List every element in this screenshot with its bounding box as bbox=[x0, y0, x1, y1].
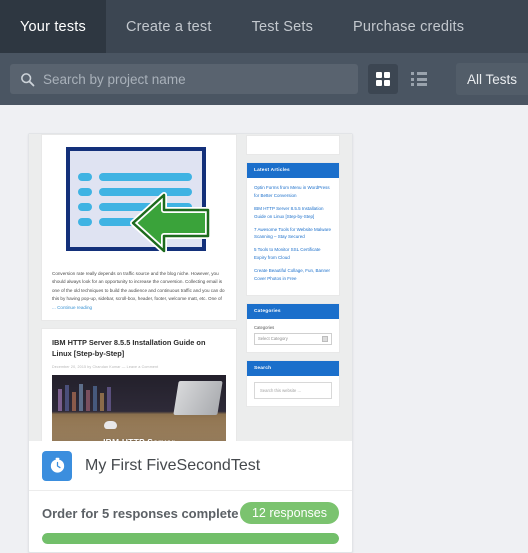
nav-tab-test-sets[interactable]: Test Sets bbox=[232, 0, 333, 53]
photo-caption: IBM HTTP Server bbox=[52, 437, 226, 441]
top-navigation-bar: Your tests Create a test Test Sets Purch… bbox=[0, 0, 528, 53]
hero-illustration bbox=[42, 135, 236, 263]
nav-tab-label: Your tests bbox=[20, 18, 86, 35]
bookshelf-graphic bbox=[58, 383, 111, 411]
thumbnail-second-post: IBM HTTP Server 8.5.5 Installation Guide… bbox=[41, 328, 237, 441]
all-tests-filter-button[interactable]: All Tests bbox=[455, 63, 528, 95]
grid-view-button[interactable] bbox=[368, 64, 398, 94]
thumbnail-hero-post: Conversion rate really depends on traffi… bbox=[41, 134, 237, 322]
categories-select[interactable]: Select Category bbox=[254, 332, 332, 345]
categories-select-value: Select Category bbox=[258, 336, 288, 342]
grid-view-icon bbox=[376, 72, 390, 86]
widget-link[interactable]: 7 Awesome Tools for Website Malware Scan… bbox=[254, 226, 332, 242]
widget-link[interactable]: IBM HTTP Server 8.5.5 Installation Guide… bbox=[254, 205, 332, 221]
sidebar-top-panel bbox=[246, 135, 340, 155]
thumbnail-main-column: Conversion rate really depends on traffi… bbox=[41, 134, 237, 441]
list-view-button[interactable] bbox=[404, 64, 434, 94]
stopwatch-icon bbox=[42, 450, 72, 481]
search-icon bbox=[21, 72, 35, 86]
chevron-down-icon bbox=[322, 335, 328, 342]
widget-search: Search Search this website ... bbox=[246, 359, 340, 407]
nav-tab-label: Purchase credits bbox=[353, 18, 465, 35]
green-arrow-icon bbox=[130, 192, 211, 254]
categories-label: Categories bbox=[254, 324, 275, 330]
nav-tab-your-tests[interactable]: Your tests bbox=[0, 0, 106, 53]
nav-tab-purchase-credits[interactable]: Purchase credits bbox=[333, 0, 484, 53]
widget-heading: Categories bbox=[247, 303, 339, 319]
card-status-row: Order for 5 responses complete 12 respon… bbox=[29, 491, 352, 524]
continue-reading-link[interactable]: ... Continue reading bbox=[52, 305, 92, 310]
progress-bar-fill bbox=[42, 533, 339, 544]
all-tests-filter-label: All Tests bbox=[466, 71, 517, 87]
test-card[interactable]: Conversion rate really depends on traffi… bbox=[28, 133, 353, 553]
order-status-text: Order for 5 responses complete bbox=[42, 505, 239, 521]
nav-tab-label: Create a test bbox=[125, 18, 212, 35]
widget-latest-articles: Latest Articles Optin Forms from Menu in… bbox=[246, 162, 340, 296]
thumbnail-sidebar-column: Latest Articles Optin Forms from Menu in… bbox=[246, 134, 340, 441]
progress-bar-track bbox=[42, 533, 339, 544]
hero-paragraph: Conversion rate really depends on traffi… bbox=[42, 263, 236, 312]
widget-link[interactable]: 5 Tools to Monitor SSL Certificate Expir… bbox=[254, 246, 332, 262]
post-meta: December 20, 2015 by Chandan Kumar — Lea… bbox=[52, 364, 159, 369]
post-photo: IBM HTTP Server bbox=[52, 374, 226, 441]
laptop-graphic bbox=[173, 380, 223, 415]
card-title-row[interactable]: My First FiveSecondTest bbox=[29, 441, 352, 491]
widget-heading: Latest Articles bbox=[247, 163, 339, 178]
widget-link[interactable]: Create Beautiful Collage, Fun, Banner Co… bbox=[254, 267, 332, 283]
card-title: My First FiveSecondTest bbox=[85, 456, 261, 474]
nav-tab-label: Test Sets bbox=[251, 18, 314, 35]
widget-heading: Search bbox=[247, 360, 339, 376]
hero-paragraph-text: Conversion rate really depends on traffi… bbox=[52, 271, 225, 302]
toolbar: All Tests bbox=[0, 53, 528, 105]
test-thumbnail-preview: Conversion rate really depends on traffi… bbox=[29, 134, 352, 441]
search-input[interactable] bbox=[43, 71, 350, 87]
widget-categories: Categories Categories Select Category bbox=[246, 302, 340, 353]
widget-link[interactable]: Optin Forms from Menu in WordPress for B… bbox=[254, 184, 332, 200]
site-search-input[interactable]: Search this website ... bbox=[254, 381, 332, 399]
nav-tab-create-a-test[interactable]: Create a test bbox=[106, 0, 232, 53]
mouse-graphic bbox=[104, 420, 117, 429]
post-title[interactable]: IBM HTTP Server 8.5.5 Installation Guide… bbox=[52, 338, 226, 359]
search-box[interactable] bbox=[10, 64, 358, 94]
responses-badge: 12 responses bbox=[239, 502, 339, 524]
list-view-icon bbox=[411, 72, 427, 86]
test-list-area: Conversion rate really depends on traffi… bbox=[0, 105, 528, 553]
